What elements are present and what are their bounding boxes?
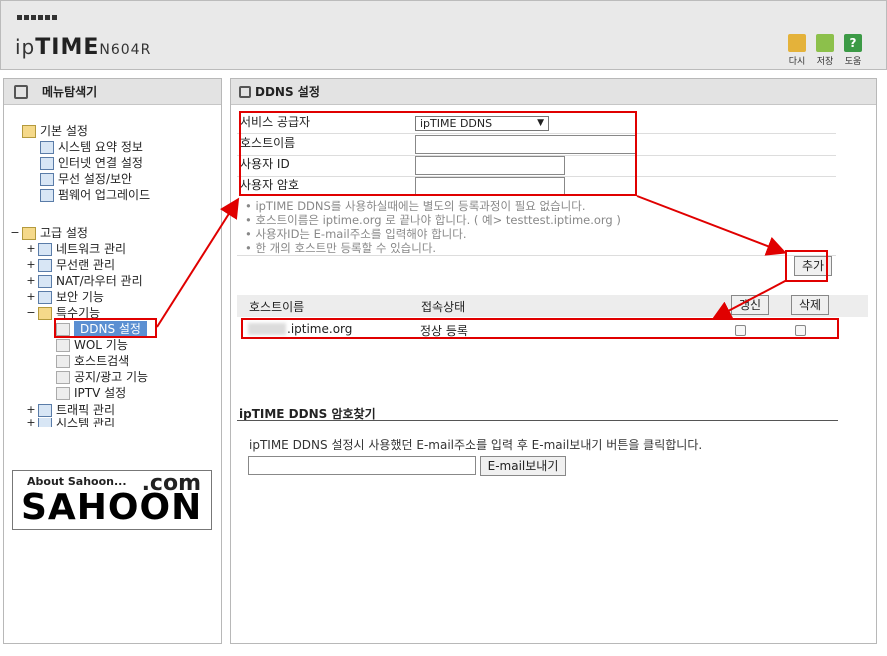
arrow-to-row bbox=[711, 279, 788, 320]
arrow-to-form bbox=[156, 197, 240, 328]
annotation-arrows bbox=[156, 195, 788, 328]
arrow-to-add bbox=[636, 195, 787, 256]
